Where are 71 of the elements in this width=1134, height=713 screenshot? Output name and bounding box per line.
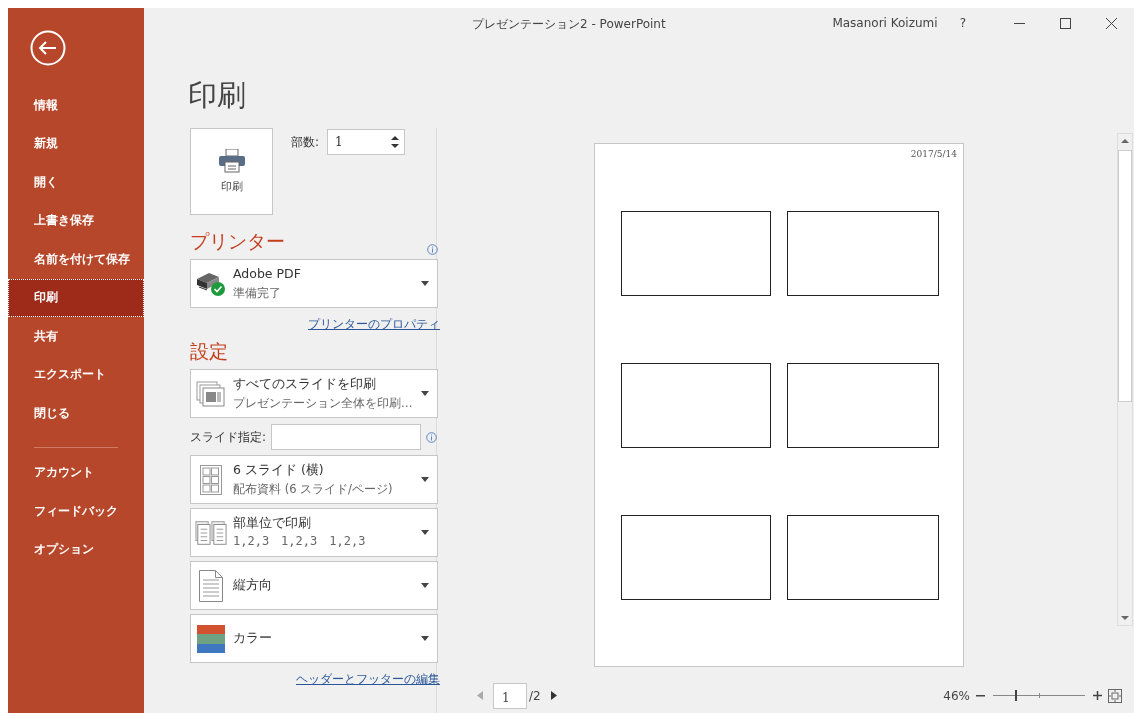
slides-icon [196,380,226,407]
dropdown-caret-icon[interactable] [421,530,429,535]
zoom-slider-thumb[interactable] [1015,690,1018,701]
color-swatch-icon [197,624,225,653]
collate-icon [195,519,227,546]
print-button[interactable]: 印刷 [190,128,273,215]
header-footer-link[interactable]: ヘッダーとフッターの編集 [296,671,440,688]
page-heading: 印刷 [188,77,246,114]
printer-dropdown[interactable]: Adobe PDF 準備完了 [190,259,438,308]
option-subtitle: 配布資料 (6 スライド/ページ) [233,481,393,497]
maximize-icon[interactable] [1059,17,1071,29]
dropdown-caret-icon[interactable] [421,477,429,482]
minimize-icon[interactable] [1013,22,1025,24]
scrollbar[interactable] [1117,133,1133,626]
back-icon[interactable] [30,30,66,66]
window-title: プレゼンテーション2 - PowerPoint [472,16,666,33]
option-title: すべてのスライドを印刷 [233,376,376,393]
printer-ready-icon [195,270,227,297]
section-heading: プリンター [190,229,285,254]
option-title: 縦方向 [233,577,272,594]
settings-dropdown[interactable]: カラー [190,614,438,663]
zoom-in-icon[interactable] [1093,691,1102,700]
sidebar-item[interactable]: 情報 [8,86,144,125]
option-title: 6 スライド (横) [233,462,324,479]
close-icon[interactable] [1105,17,1117,29]
sidebar-item[interactable]: 共有 [8,317,144,356]
settings-dropdown[interactable]: 部単位で印刷 1,2,3 1,2,3 1,2,3 [190,508,438,557]
option-title: カラー [233,630,272,647]
next-page-icon[interactable] [550,691,557,700]
page-total: /2 [529,688,541,703]
sidebar-item[interactable]: アカウント [8,453,144,492]
info-icon [427,244,438,255]
zoom-out-icon[interactable] [976,694,985,697]
option-subtitle: 1,2,3 1,2,3 1,2,3 [233,534,366,550]
copies-spinbox[interactable]: 1 [327,129,406,155]
dropdown-caret-icon[interactable] [421,281,429,286]
copies-label: 部数: [291,133,320,151]
user-name: Masanori Koizumi [832,16,938,30]
dropdown-caret-icon[interactable] [421,636,429,641]
slide-range-label: スライド指定: [190,428,267,446]
option-subtitle: プレゼンテーション全体を印刷… [233,395,413,411]
printer-icon [218,149,245,173]
dropdown-caret-icon[interactable] [421,583,429,588]
sidebar-item[interactable]: フィードバック [8,492,144,531]
settings-dropdown[interactable]: 縦方向 [190,561,438,610]
info-icon [426,431,438,443]
sidebar-item[interactable]: 新規 [8,124,144,163]
sidebar-item[interactable]: 閉じる [8,394,144,433]
printer-properties-link[interactable]: プリンターのプロパティ [308,316,440,333]
fit-to-window-icon[interactable] [1108,688,1122,703]
page-date: 2017/5/14 [910,149,957,159]
help-button[interactable]: ? [959,16,966,30]
sidebar-item[interactable]: オプション [8,530,144,569]
page-number-field[interactable]: 1 [493,682,527,709]
dropdown-caret-icon[interactable] [421,391,429,396]
sidebar-item[interactable]: 上書き保存 [8,201,144,240]
sidebar-item[interactable]: 開く [8,163,144,202]
printer-status: 準備完了 [233,285,281,301]
settings-dropdown[interactable]: 6 スライド (横) 配布資料 (6 スライド/ページ) [190,455,438,504]
sidebar-item[interactable]: 印刷 [8,278,144,317]
settings-dropdown[interactable]: すべてのスライドを印刷 プレゼンテーション全体を印刷… [190,369,438,418]
portrait-page-icon [199,569,223,602]
option-title: 部単位で印刷 [233,515,311,532]
slide-range-field[interactable] [271,424,422,450]
spin-arrows-icon[interactable] [391,135,400,149]
handout-layout-icon [200,464,222,495]
zoom-level: 46% [943,688,970,703]
sidebar-item[interactable]: 名前を付けて保存 [8,240,144,279]
section-heading: 設定 [190,339,228,364]
printer-name: Adobe PDF [233,266,301,283]
sidebar-item[interactable]: エクスポート [8,355,144,394]
